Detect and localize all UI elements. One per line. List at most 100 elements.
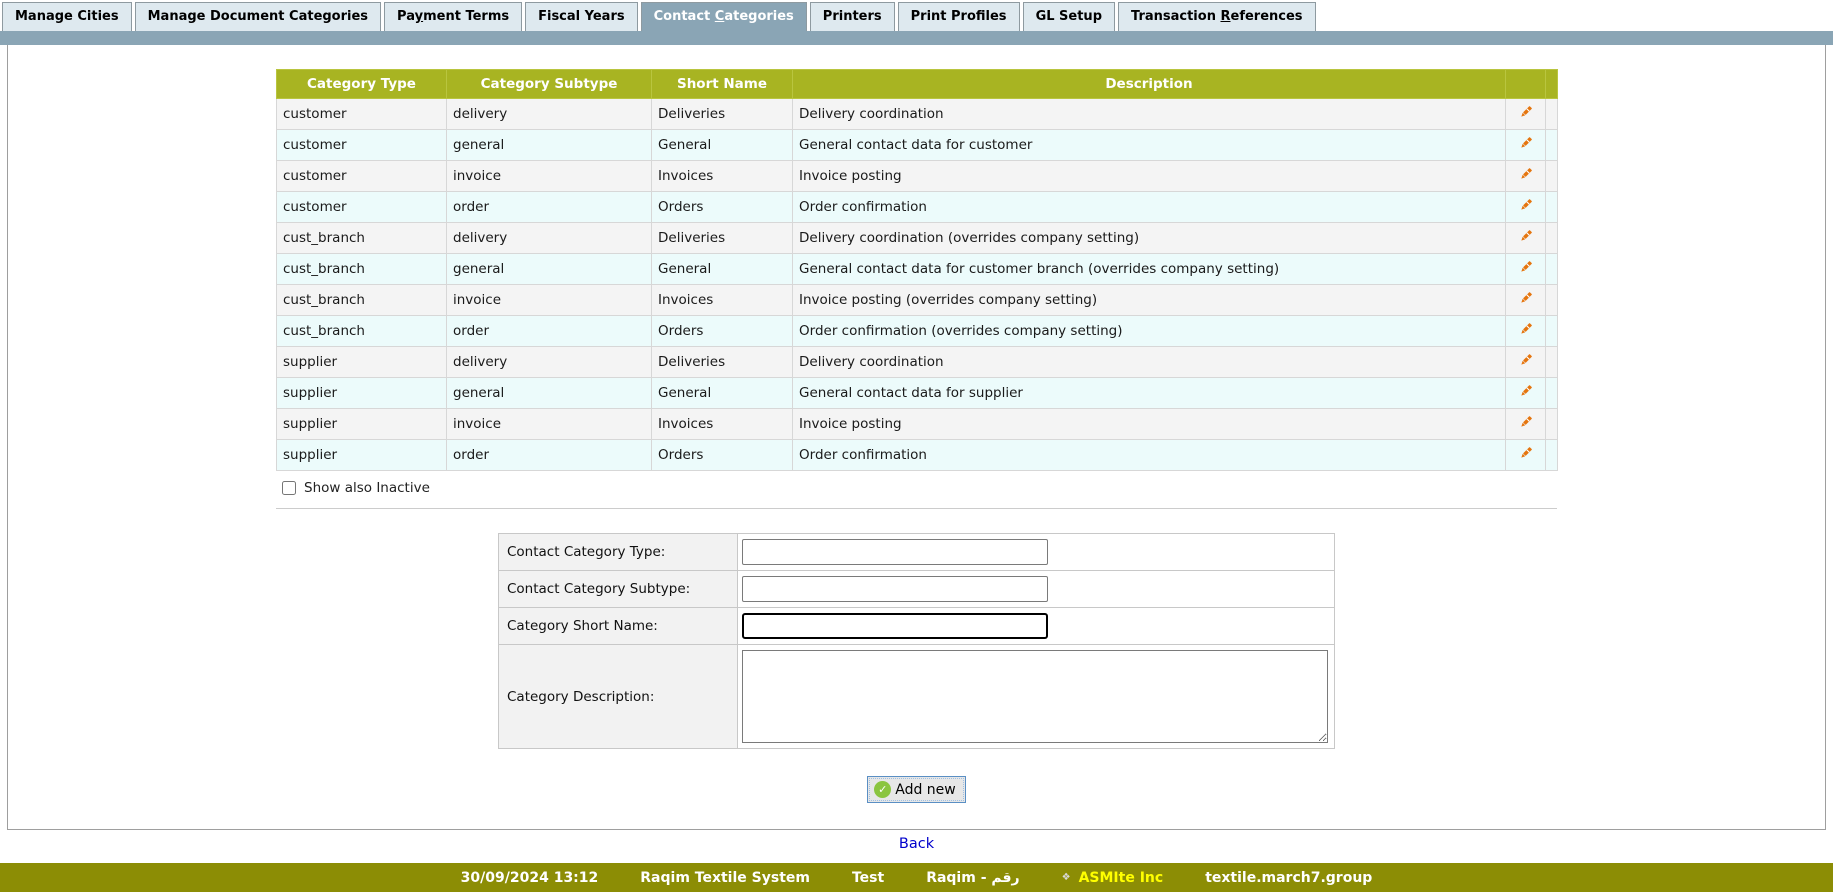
cell-subtype: delivery bbox=[447, 223, 652, 254]
cell-type: customer bbox=[277, 161, 447, 192]
tab-printers[interactable]: Printers bbox=[810, 2, 895, 31]
cell-type: cust_branch bbox=[277, 254, 447, 285]
contact-category-type-input[interactable] bbox=[742, 539, 1048, 565]
form-row: Category Description: bbox=[499, 645, 1335, 749]
pencil-icon[interactable] bbox=[1506, 409, 1546, 440]
pencil-icon[interactable] bbox=[1506, 254, 1546, 285]
pencil-icon[interactable] bbox=[1506, 440, 1546, 471]
cell-subtype: general bbox=[447, 254, 652, 285]
table-row: customerinvoiceInvoicesInvoice posting bbox=[277, 161, 1558, 192]
pencil-icon[interactable] bbox=[1506, 285, 1546, 316]
footer-company-link[interactable]: ASMIte Inc bbox=[1079, 870, 1164, 886]
cell-type: cust_branch bbox=[277, 223, 447, 254]
table-row: customergeneralGeneralGeneral contact da… bbox=[277, 130, 1558, 161]
pencil-icon[interactable] bbox=[1506, 316, 1546, 347]
tab-gl-setup[interactable]: GL Setup bbox=[1023, 2, 1115, 31]
spacer-cell bbox=[1546, 254, 1558, 285]
cell-subtype: order bbox=[447, 192, 652, 223]
tab-payment-terms[interactable]: Payment Terms bbox=[384, 2, 522, 31]
spacer-cell bbox=[1546, 440, 1558, 471]
table-row: supplierorderOrdersOrder confirmation bbox=[277, 440, 1558, 471]
pencil-icon[interactable] bbox=[1506, 347, 1546, 378]
cell-short-name: Deliveries bbox=[652, 347, 793, 378]
contact-category-type-cell bbox=[738, 534, 1335, 571]
col-header-description: Description bbox=[793, 70, 1506, 99]
cell-short-name: General bbox=[652, 378, 793, 409]
cell-subtype: general bbox=[447, 378, 652, 409]
pencil-icon[interactable] bbox=[1506, 378, 1546, 409]
contact-categories-table: Category Type Category Subtype Short Nam… bbox=[276, 69, 1558, 471]
tab-print-profiles[interactable]: Print Profiles bbox=[898, 2, 1020, 31]
show-inactive-checkbox[interactable] bbox=[282, 481, 296, 495]
back-link[interactable]: Back bbox=[899, 836, 934, 852]
table-row: customerorderOrdersOrder confirmation bbox=[277, 192, 1558, 223]
cell-description: General contact data for supplier bbox=[793, 378, 1506, 409]
cell-short-name: Invoices bbox=[652, 409, 793, 440]
table-row: suppliergeneralGeneralGeneral contact da… bbox=[277, 378, 1558, 409]
cell-short-name: General bbox=[652, 130, 793, 161]
col-header-edit bbox=[1506, 70, 1546, 99]
footer-domain: textile.march7.group bbox=[1205, 870, 1372, 886]
cell-type: supplier bbox=[277, 378, 447, 409]
contact-category-subtype-label: Contact Category Subtype: bbox=[499, 571, 738, 608]
pencil-icon[interactable] bbox=[1506, 130, 1546, 161]
table-row: cust_branchgeneralGeneralGeneral contact… bbox=[277, 254, 1558, 285]
contact-category-subtype-cell bbox=[738, 571, 1335, 608]
category-description-label: Category Description: bbox=[499, 645, 738, 749]
pencil-icon[interactable] bbox=[1506, 223, 1546, 254]
form-row: Contact Category Subtype: bbox=[499, 571, 1335, 608]
pencil-icon[interactable] bbox=[1506, 161, 1546, 192]
footer-user: Raqim - رقم bbox=[926, 870, 1019, 886]
show-inactive-row: Show also Inactive bbox=[276, 471, 1557, 506]
tab-bar: Manage CitiesManage Document CategoriesP… bbox=[0, 0, 1833, 31]
cell-description: Delivery coordination bbox=[793, 99, 1506, 130]
check-circle-icon: ✓ bbox=[874, 781, 891, 798]
footer-datetime: 30/09/2024 13:12 bbox=[461, 870, 599, 886]
spacer-cell bbox=[1546, 378, 1558, 409]
cell-description: General contact data for customer branch… bbox=[793, 254, 1506, 285]
table-row: cust_branchinvoiceInvoicesInvoice postin… bbox=[277, 285, 1558, 316]
cell-subtype: order bbox=[447, 440, 652, 471]
tab-fiscal-years[interactable]: Fiscal Years bbox=[525, 2, 638, 31]
spacer-cell bbox=[1546, 192, 1558, 223]
spacer-cell bbox=[1546, 285, 1558, 316]
add-new-button[interactable]: ✓ Add new bbox=[867, 776, 966, 803]
tab-contact-categories[interactable]: Contact Categories bbox=[641, 2, 807, 31]
pencil-icon[interactable] bbox=[1506, 99, 1546, 130]
table-header-row: Category Type Category Subtype Short Nam… bbox=[277, 70, 1558, 99]
cell-short-name: Orders bbox=[652, 316, 793, 347]
tab-manage-document-categories[interactable]: Manage Document Categories bbox=[135, 2, 381, 31]
company-favicon-icon: ❖ bbox=[1062, 872, 1071, 883]
cell-subtype: invoice bbox=[447, 161, 652, 192]
category-short-name-input[interactable] bbox=[742, 613, 1048, 639]
tab-transaction-references[interactable]: Transaction References bbox=[1118, 2, 1316, 31]
table-row: customerdeliveryDeliveriesDelivery coord… bbox=[277, 99, 1558, 130]
cell-type: customer bbox=[277, 192, 447, 223]
footer-status-bar: 30/09/2024 13:12 Raqim Textile System Te… bbox=[0, 863, 1833, 892]
show-inactive-label: Show also Inactive bbox=[304, 480, 430, 496]
table-row: supplierdeliveryDeliveriesDelivery coord… bbox=[277, 347, 1558, 378]
tab-manage-cities[interactable]: Manage Cities bbox=[2, 2, 132, 31]
cell-subtype: delivery bbox=[447, 347, 652, 378]
cell-type: supplier bbox=[277, 409, 447, 440]
pencil-icon[interactable] bbox=[1506, 192, 1546, 223]
contact-category-subtype-input[interactable] bbox=[742, 576, 1048, 602]
col-header-short-name: Short Name bbox=[652, 70, 793, 99]
cell-short-name: General bbox=[652, 254, 793, 285]
form-row: Contact Category Type: bbox=[499, 534, 1335, 571]
contact-categories-section: Category Type Category Subtype Short Nam… bbox=[276, 69, 1557, 509]
table-row: cust_branchdeliveryDeliveriesDelivery co… bbox=[277, 223, 1558, 254]
cell-description: Order confirmation bbox=[793, 440, 1506, 471]
spacer-cell bbox=[1546, 316, 1558, 347]
col-header-category-type: Category Type bbox=[277, 70, 447, 99]
cell-description: Delivery coordination (overrides company… bbox=[793, 223, 1506, 254]
cell-short-name: Deliveries bbox=[652, 99, 793, 130]
cell-description: Invoice posting bbox=[793, 161, 1506, 192]
cell-description: Order confirmation (overrides company se… bbox=[793, 316, 1506, 347]
spacer-cell bbox=[1546, 223, 1558, 254]
category-description-input[interactable] bbox=[742, 650, 1328, 743]
spacer-cell bbox=[1546, 99, 1558, 130]
cell-description: Order confirmation bbox=[793, 192, 1506, 223]
spacer-cell bbox=[1546, 409, 1558, 440]
cell-subtype: invoice bbox=[447, 409, 652, 440]
